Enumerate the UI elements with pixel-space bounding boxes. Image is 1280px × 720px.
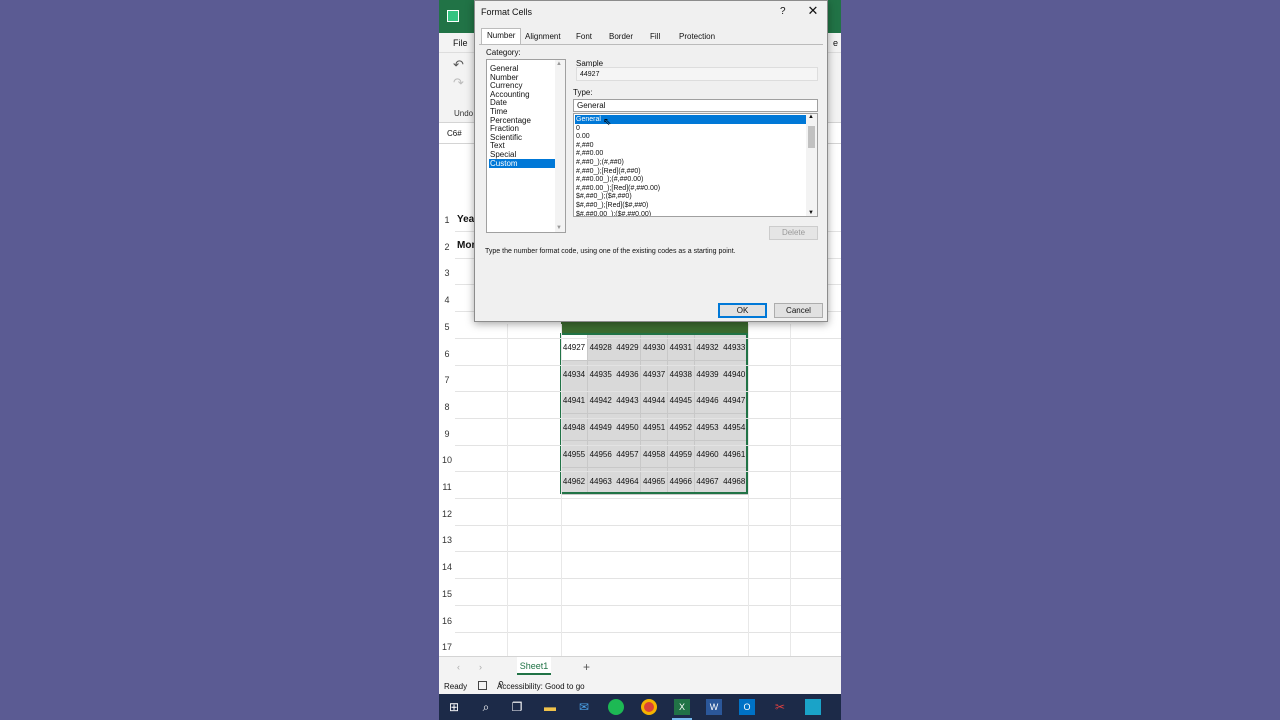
tab-file[interactable]: File <box>453 38 468 48</box>
row-header[interactable]: 9 <box>439 429 455 439</box>
row-header[interactable]: 12 <box>439 509 455 519</box>
chrome-icon[interactable] <box>641 699 657 715</box>
snipping-icon[interactable]: ✂ <box>772 699 788 715</box>
tab-fill[interactable]: Fill <box>645 30 665 44</box>
mouse-cursor-icon: ⇖ <box>603 117 612 128</box>
name-box[interactable]: C6# <box>447 129 462 138</box>
sample-box: 44927 <box>576 67 818 81</box>
tab-font[interactable]: Font <box>571 30 597 44</box>
undo-icon[interactable]: ↶ <box>453 57 464 73</box>
row-gridline <box>455 444 841 446</box>
row-header[interactable]: 11 <box>439 482 455 492</box>
row-header[interactable]: 2 <box>439 242 455 252</box>
status-ready: Ready <box>444 682 468 691</box>
row-gridline <box>455 551 841 553</box>
next-sheet-icon[interactable]: › <box>479 662 482 672</box>
outlook-icon[interactable]: O <box>739 699 755 715</box>
category-list[interactable]: General Number Currency Accounting Date Time P… <box>486 59 566 233</box>
close-icon[interactable]: ✕ <box>806 3 820 19</box>
type-input[interactable]: General <box>573 99 818 112</box>
sample-value: 44927 <box>580 71 600 78</box>
tab-border[interactable]: Border <box>604 30 638 44</box>
excel-logo-icon <box>447 10 459 22</box>
taskbar: ⊞ ⌕ ❐ ▬ ✉ X W O ✂ <box>439 694 841 720</box>
scroll-up-icon[interactable]: ▲ <box>808 114 814 120</box>
row-gridline <box>455 471 841 473</box>
row-header[interactable]: 5 <box>439 322 455 332</box>
status-bar: Ready ⚲ Accessibility: Good to go <box>439 678 841 694</box>
row-gridline <box>455 524 841 526</box>
dialog-title: Format Cells <box>481 7 533 17</box>
row-gridline <box>455 498 841 499</box>
column-gridline <box>748 324 749 656</box>
row-gridline <box>455 364 841 366</box>
scroll-up-icon[interactable]: ▲ <box>556 61 562 67</box>
undo-group-label: Undo <box>454 109 474 118</box>
type-scrollbar[interactable]: ▲ ▼ <box>806 114 817 216</box>
number-tab-panel: Category: General Number Currency Accountin… <box>479 44 823 318</box>
format-hint: Type the number format code, using one o… <box>485 248 736 255</box>
column-gridline <box>561 324 562 656</box>
row-header[interactable]: 14 <box>439 562 455 572</box>
mail-icon[interactable]: ✉ <box>576 699 592 715</box>
type-label: Type: <box>573 88 593 97</box>
row-header[interactable]: 10 <box>439 455 455 465</box>
tab-alignment[interactable]: Alignment <box>520 30 566 44</box>
row-gridline <box>455 417 841 419</box>
row-gridline <box>455 604 841 606</box>
category-scrollbar[interactable]: ▲ ▼ <box>555 60 565 232</box>
category-label: Category: <box>486 48 521 57</box>
file-explorer-icon[interactable]: ▬ <box>542 699 558 715</box>
column-gridline <box>507 324 508 656</box>
excel-icon[interactable]: X <box>674 699 690 715</box>
windows-icon[interactable]: ⊞ <box>446 699 462 715</box>
row-gridline <box>455 578 841 580</box>
tab-number[interactable]: Number <box>481 28 522 44</box>
accessibility-status[interactable]: Accessibility: Good to go <box>497 682 585 691</box>
format-cells-dialog: Format Cells ? ✕ Number Alignment Font B… <box>474 0 828 322</box>
scroll-down-icon[interactable]: ▼ <box>556 225 562 231</box>
task-view-icon[interactable]: ❐ <box>509 699 525 715</box>
search-icon[interactable]: ⌕ <box>478 699 494 715</box>
row-header[interactable]: 7 <box>439 375 455 385</box>
row-gridline <box>455 337 841 339</box>
row-header[interactable]: 4 <box>439 295 455 305</box>
redo-icon[interactable]: ↷ <box>453 75 464 91</box>
spotify-icon[interactable] <box>608 699 624 715</box>
row-gridline <box>455 631 841 633</box>
ok-button[interactable]: OK <box>718 303 767 318</box>
add-sheet-icon[interactable]: + <box>583 660 590 674</box>
row-header[interactable]: 16 <box>439 616 455 626</box>
app-icon[interactable] <box>805 699 821 715</box>
category-item[interactable]: Custom <box>489 158 555 168</box>
scroll-thumb[interactable] <box>808 126 815 148</box>
cell-a2[interactable]: Mor <box>457 240 475 251</box>
type-list[interactable]: General 0 0.00 #,##0 #,##0.00 #,##0_);(#,##0)… <box>573 113 818 217</box>
column-gridline <box>790 324 791 656</box>
sheet-tab-sheet1[interactable]: Sheet1 <box>517 657 551 675</box>
delete-button[interactable]: Delete <box>769 226 818 240</box>
help-icon[interactable]: ? <box>780 6 786 17</box>
row-gridline <box>455 391 841 393</box>
row-header[interactable]: 17 <box>439 642 455 652</box>
tab-protection[interactable]: Protection <box>674 30 720 44</box>
row-header[interactable]: 3 <box>439 268 455 278</box>
cell-mode-icon <box>478 681 487 690</box>
row-header[interactable]: 6 <box>439 349 455 359</box>
sheet-tab-bar: ‹ › Sheet1 + <box>439 656 841 678</box>
prev-sheet-icon[interactable]: ‹ <box>457 662 460 672</box>
row-header[interactable]: 8 <box>439 402 455 412</box>
row-header[interactable]: 13 <box>439 535 455 545</box>
tab-truncated[interactable]: e <box>833 38 838 48</box>
scroll-down-icon[interactable]: ▼ <box>808 210 814 216</box>
row-header[interactable]: 1 <box>439 215 455 225</box>
cancel-button[interactable]: Cancel <box>774 303 823 318</box>
row-header[interactable]: 15 <box>439 589 455 599</box>
word-icon[interactable]: W <box>706 699 722 715</box>
type-option[interactable]: $#,##0.00_);($#,##0.00) <box>575 210 806 216</box>
